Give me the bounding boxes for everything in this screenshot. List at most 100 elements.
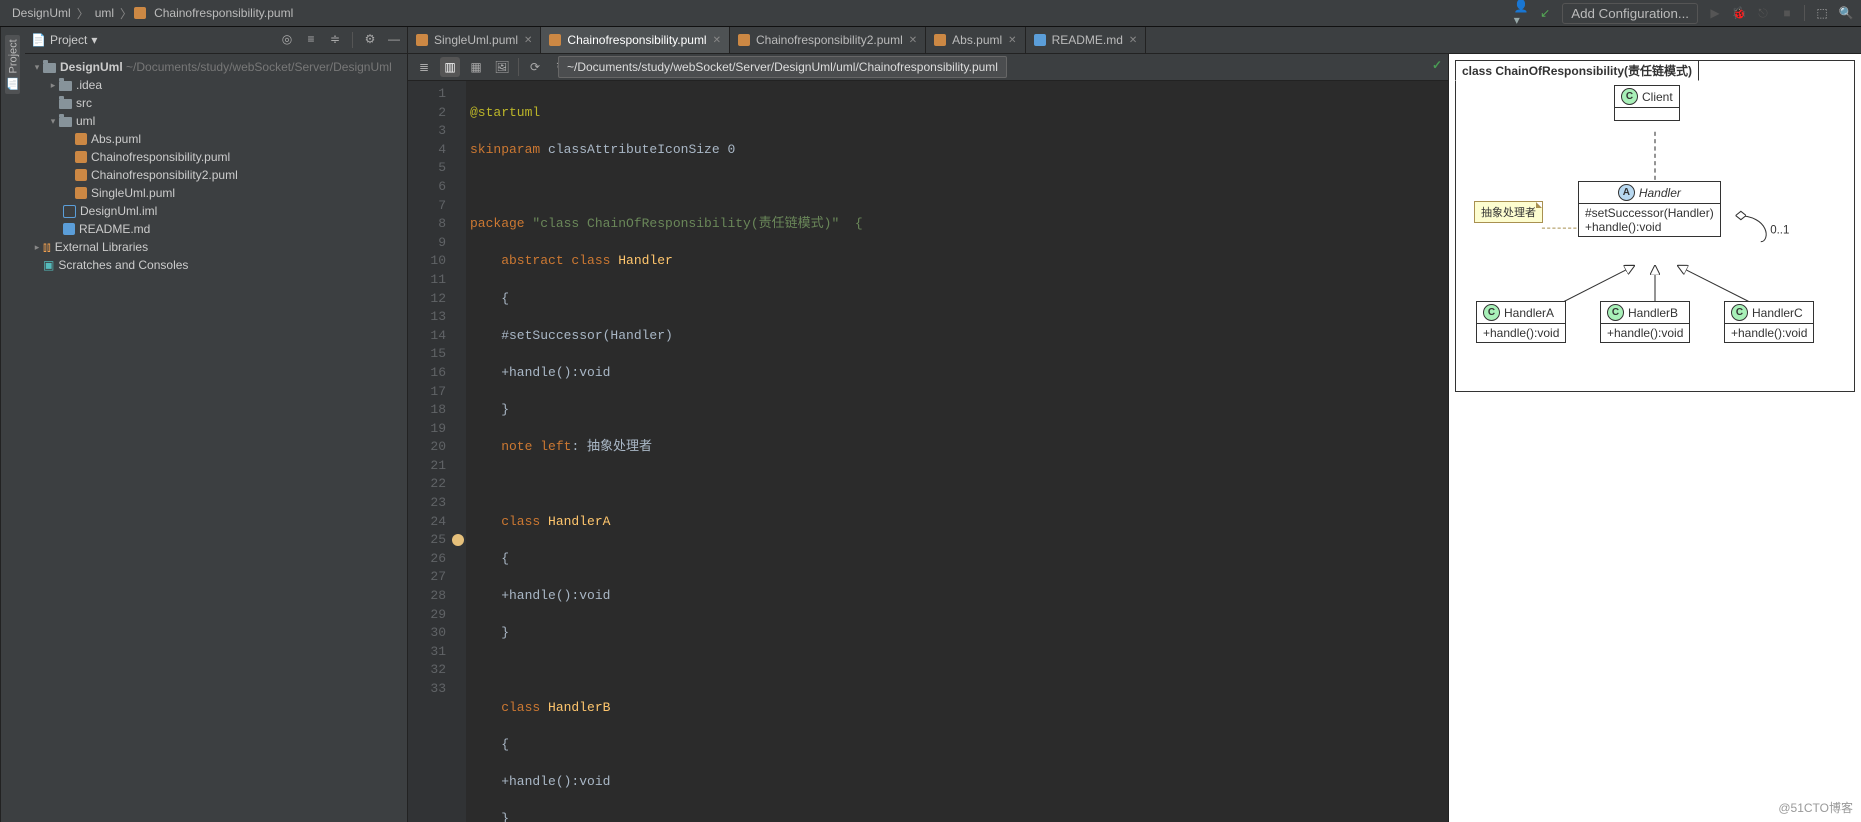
folder-icon <box>43 63 56 73</box>
hide-icon[interactable]: — <box>387 32 401 46</box>
separator <box>518 58 519 76</box>
show-preview-icon[interactable]: ▦ <box>466 57 486 77</box>
project-sidebar: 📄 Project ▾ ◎ ≡ ≑ ⚙ — ▾ DesignUml ~/Docu… <box>25 27 408 822</box>
sidebar-header: 📄 Project ▾ ◎ ≡ ≑ ⚙ — <box>25 27 407 54</box>
chevron-right-icon[interactable]: ▸ <box>47 80 59 91</box>
uml-class-client: CClient <box>1614 85 1680 121</box>
show-code-icon[interactable]: ≣ <box>414 57 434 77</box>
scratch-icon: ▣ <box>43 258 54 272</box>
md-icon <box>1034 34 1046 46</box>
puml-icon <box>416 34 428 46</box>
tab-chainofresponsibility[interactable]: Chainofresponsibility.puml✕ <box>541 27 730 53</box>
editor-toolbar: ≣ ▥ ▦ 🖼 ⟳ ↻ ~/Documents/study/webSocket/… <box>408 54 1448 81</box>
debug-icon: 🐞 <box>1732 6 1746 20</box>
expand-icon[interactable]: ≡ <box>304 32 318 46</box>
show-image-icon[interactable]: 🖼 <box>492 57 512 77</box>
check-icon: ✓ <box>1432 58 1442 72</box>
project-tree: ▾ DesignUml ~/Documents/study/webSocket/… <box>25 54 407 822</box>
line-number-gutter: 1234567891011121314151617181920212223242… <box>408 81 452 822</box>
close-icon[interactable]: ✕ <box>1129 35 1137 46</box>
coverage-icon: ⎋ <box>1756 6 1770 20</box>
project-toolwindow-tab[interactable]: 📄 Project <box>6 35 21 94</box>
chevron-icon: 〉 <box>75 5 91 22</box>
puml-icon <box>134 7 146 19</box>
tab-readme[interactable]: README.md✕ <box>1026 27 1147 53</box>
tree-file-cor2[interactable]: Chainofresponsibility2.puml <box>25 166 407 184</box>
close-icon[interactable]: ✕ <box>1008 35 1016 46</box>
separator <box>1804 5 1805 21</box>
iml-icon <box>63 205 76 218</box>
uml-note: 抽象处理者 <box>1474 201 1543 223</box>
uml-class-handlerb: CHandlerB +handle():void <box>1600 301 1690 343</box>
editor-tabs: SingleUml.puml✕ Chainofresponsibility.pu… <box>408 27 1861 54</box>
crumb-file[interactable]: Chainofresponsibility.puml <box>150 6 297 20</box>
uml-class-handlerc: CHandlerC +handle():void <box>1724 301 1814 343</box>
tree-scratch[interactable]: ▣ Scratches and Consoles <box>25 256 407 274</box>
puml-icon <box>549 34 561 46</box>
puml-icon <box>75 169 87 181</box>
folder-icon <box>59 81 72 91</box>
puml-icon <box>75 133 87 145</box>
uml-package-title: class ChainOfResponsibility(责任链模式) <box>1455 60 1699 81</box>
tree-iml[interactable]: DesignUml.iml <box>25 202 407 220</box>
crumb-folder[interactable]: uml <box>91 6 118 20</box>
show-split-icon[interactable]: ▥ <box>440 57 460 77</box>
puml-icon <box>75 187 87 199</box>
puml-icon <box>75 151 87 163</box>
chevron-icon: 〉 <box>118 5 134 22</box>
sidebar-title[interactable]: 📄 Project ▾ <box>31 33 97 47</box>
left-toolwindow-bar: 📄 Project <box>0 27 25 822</box>
tree-root[interactable]: ▾ DesignUml ~/Documents/study/webSocket/… <box>25 58 407 76</box>
file-path-tooltip: ~/Documents/study/webSocket/Server/Desig… <box>558 56 1007 78</box>
add-configuration-button[interactable]: Add Configuration... <box>1562 3 1698 24</box>
uml-class-handler: AHandler #setSuccessor(Handler) +handle(… <box>1578 181 1721 237</box>
code-editor[interactable]: 1234567891011121314151617181920212223242… <box>408 81 1448 822</box>
watermark: @51CTO博客 <box>1778 799 1853 816</box>
separator <box>352 32 353 48</box>
chevron-right-icon[interactable]: ▸ <box>31 242 43 253</box>
puml-icon <box>934 34 946 46</box>
close-icon[interactable]: ✕ <box>713 35 721 46</box>
folder-icon <box>59 99 72 109</box>
refresh-icon[interactable]: ⟳ <box>525 57 545 77</box>
md-icon <box>63 223 75 235</box>
intention-bulb-icon[interactable] <box>452 534 464 546</box>
tree-idea[interactable]: ▸ .idea <box>25 76 407 94</box>
tree-ext[interactable]: ▸ ⫾⫾ External Libraries <box>25 238 407 256</box>
stop-icon: ■ <box>1780 6 1794 20</box>
close-icon[interactable]: ✕ <box>524 35 532 46</box>
tree-file-cor[interactable]: Chainofresponsibility.puml <box>25 148 407 166</box>
tree-src[interactable]: src <box>25 94 407 112</box>
gear-icon[interactable]: ⚙ <box>363 32 377 46</box>
sync-icon[interactable]: ↙ <box>1538 6 1552 20</box>
svg-text:0..1: 0..1 <box>1770 224 1789 236</box>
icon-gutter <box>452 81 466 822</box>
top-toolbar: 👤▾ ↙ Add Configuration... ▶ 🐞 ⎋ ■ ⬚ 🔍 <box>1514 3 1853 24</box>
uml-preview: class ChainOfResponsibility(责任链模式) <box>1448 54 1861 822</box>
tree-uml[interactable]: ▾ uml <box>25 112 407 130</box>
chevron-down-icon[interactable]: ▾ <box>47 116 59 127</box>
chevron-down-icon[interactable]: ▾ <box>31 62 43 73</box>
uml-class-handlera: CHandlerA +handle():void <box>1476 301 1566 343</box>
collapse-icon[interactable]: ≑ <box>328 32 342 46</box>
tree-md[interactable]: README.md <box>25 220 407 238</box>
tree-file-abs[interactable]: Abs.puml <box>25 130 407 148</box>
tab-chainofresponsibility2[interactable]: Chainofresponsibility2.puml✕ <box>730 27 926 53</box>
sidebar-tools: ◎ ≡ ≑ ⚙ — <box>280 32 401 48</box>
main-area: 📄 Project 📄 Project ▾ ◎ ≡ ≑ ⚙ — ▾ Design… <box>0 27 1861 822</box>
code-text[interactable]: @startuml skinparam classAttributeIconSi… <box>466 81 1448 822</box>
tab-abs[interactable]: Abs.puml✕ <box>926 27 1025 53</box>
crumb-project[interactable]: DesignUml <box>8 6 75 20</box>
editor-area: SingleUml.puml✕ Chainofresponsibility.pu… <box>408 27 1861 822</box>
tab-singleuml[interactable]: SingleUml.puml✕ <box>408 27 541 53</box>
puml-icon <box>738 34 750 46</box>
structure-icon[interactable]: ⬚ <box>1815 6 1829 20</box>
close-icon[interactable]: ✕ <box>909 35 917 46</box>
locate-icon[interactable]: ◎ <box>280 32 294 46</box>
user-icon[interactable]: 👤▾ <box>1514 6 1528 20</box>
search-icon[interactable]: 🔍 <box>1839 6 1853 20</box>
folder-icon <box>59 117 72 127</box>
run-icon: ▶ <box>1708 6 1722 20</box>
tree-file-single[interactable]: SingleUml.puml <box>25 184 407 202</box>
library-icon: ⫾⫾ <box>43 240 51 255</box>
